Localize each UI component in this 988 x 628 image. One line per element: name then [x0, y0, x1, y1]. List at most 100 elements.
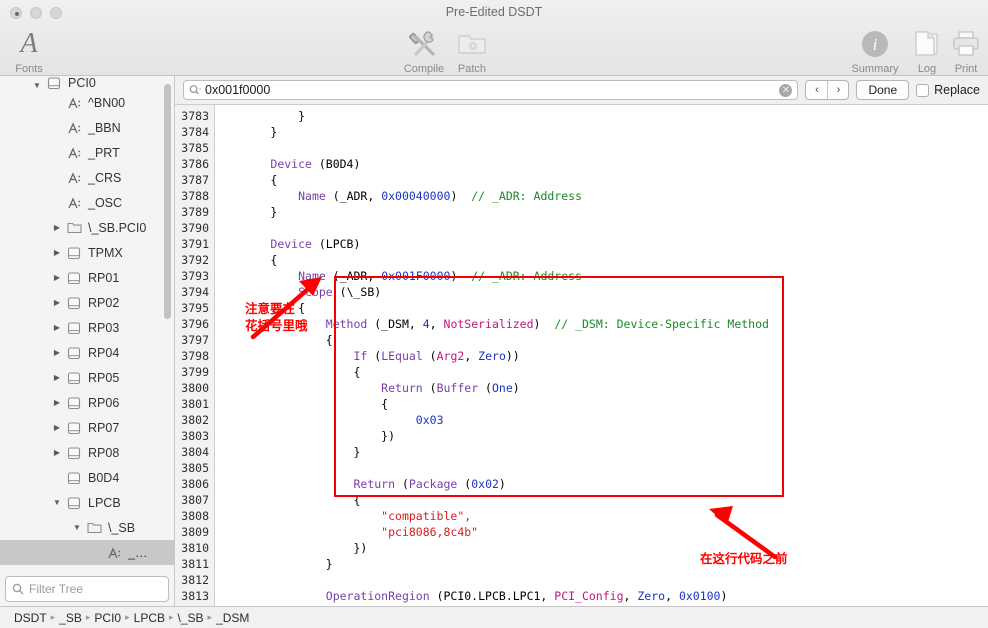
tree-item-sbpci0[interactable]: ▶ \_SB.PCI0 — [0, 215, 174, 240]
tree-item-rp07[interactable]: ▶ RP07 — [0, 415, 174, 440]
line-number: 3797 — [181, 333, 209, 347]
code-line: "compatible", — [215, 508, 988, 524]
compile-tools-icon — [408, 26, 440, 62]
tree-view[interactable]: ▼ PCI0 ^BN00 _BBN _PRT _CRS _OSC ▶ \_SB.PCI… — [0, 76, 174, 573]
tree-item-rp03[interactable]: ▶ RP03 — [0, 315, 174, 340]
chevron-right-icon[interactable]: ▶ — [52, 348, 62, 357]
chevron-right-icon[interactable]: ▶ — [52, 273, 62, 282]
patch-button[interactable]: Patch — [443, 26, 501, 75]
line-number: 3814 — [175, 604, 214, 606]
chevron-right-icon[interactable]: ▶ — [52, 373, 62, 382]
tree-item-label: _CRS — [88, 170, 122, 185]
sidebar-scrollbar[interactable] — [164, 84, 171, 319]
code-token-pln: , — [623, 589, 638, 603]
tree-item-[interactable]: _… — [0, 540, 174, 565]
code-line: } — [215, 124, 988, 140]
line-number: 3790 — [181, 221, 209, 235]
code-token-pln: } — [215, 445, 361, 459]
tree-item-sb[interactable]: ▼ \_SB — [0, 515, 174, 540]
chevron-right-icon[interactable]: ▶ — [52, 448, 62, 457]
chevron-right-icon[interactable]: ▶ — [52, 223, 62, 232]
tree-item-rp02[interactable]: ▶ RP02 — [0, 290, 174, 315]
line-number: 3804 — [181, 445, 209, 459]
chevron-right-icon[interactable]: ▶ — [52, 298, 62, 307]
search-field[interactable]: 0x001f0000 ✕ — [183, 80, 799, 100]
code-token-pln — [215, 525, 381, 539]
tree-item-label: RP01 — [88, 270, 120, 285]
code-token-pln — [215, 589, 326, 603]
chevron-down-icon[interactable]: ▼ — [52, 498, 62, 507]
tree-twisty-empty — [52, 473, 62, 482]
tree-item-tpmx[interactable]: ▶ TPMX — [0, 240, 174, 265]
find-next-button[interactable]: › — [827, 81, 848, 99]
replace-checkbox[interactable] — [916, 83, 930, 97]
method-icon — [65, 196, 83, 210]
code-token-pln — [215, 381, 381, 395]
filter-tree-field[interactable]: Filter Tree — [5, 576, 169, 602]
code-line: { — [215, 492, 988, 508]
chevron-right-icon[interactable]: ▶ — [52, 248, 62, 257]
line-number: 3812 — [181, 573, 209, 587]
breadcrumb-item[interactable]: _SB — [59, 611, 82, 625]
tree-item-rp01[interactable]: ▶ RP01 — [0, 265, 174, 290]
device-icon — [65, 296, 83, 310]
chevron-down-icon[interactable]: ▼ — [32, 81, 42, 90]
chevron-right-icon[interactable]: ▶ — [52, 398, 62, 407]
breadcrumb-item[interactable]: DSDT — [14, 611, 47, 625]
chevron-right-icon[interactable]: ▶ — [52, 323, 62, 332]
find-previous-button[interactable]: ‹ — [806, 81, 827, 99]
code-token-arg: Preserve — [596, 605, 651, 606]
tree-item-b0d4[interactable]: B0D4 — [0, 465, 174, 490]
code-line: { — [215, 252, 988, 268]
tree-item-prt[interactable]: _PRT — [0, 140, 174, 165]
sidebar: ▼ PCI0 ^BN00 _BBN _PRT _CRS _OSC ▶ \_SB.PCI… — [0, 76, 175, 606]
fonts-button[interactable]: A Fonts — [0, 26, 58, 76]
code-token-kw: Device — [270, 157, 312, 171]
tree-item-label: _… — [128, 545, 148, 560]
tree-item-label: \_SB — [108, 520, 136, 535]
breadcrumb-item[interactable]: \_SB — [178, 611, 204, 625]
tree-item-rp06[interactable]: ▶ RP06 — [0, 390, 174, 415]
code-token-pln: (_DSM, — [367, 317, 423, 331]
code-area[interactable]: 3783 3784 3785 3786 3787 3788 3789 3790 3791 3792… — [175, 105, 988, 606]
line-number: 3789 — [181, 205, 209, 219]
replace-checkbox-group[interactable]: Replace — [916, 83, 980, 97]
tree-item-rp08[interactable]: ▶ RP08 — [0, 440, 174, 465]
tree-item-lpcb[interactable]: ▼ LPCB — [0, 490, 174, 515]
code-token-num: 0x001F0000 — [381, 269, 451, 283]
tree-item-rp04[interactable]: ▶ RP04 — [0, 340, 174, 365]
code-token-kw: LEqual — [381, 349, 423, 363]
find-nav-buttons[interactable]: ‹ › — [805, 80, 850, 100]
code-token-pln — [215, 157, 270, 171]
breadcrumb-separator: ▸ — [125, 612, 130, 622]
summary-button[interactable]: i Summary — [846, 26, 904, 75]
print-button[interactable]: Print — [944, 26, 988, 75]
code-token-pln: , — [665, 589, 679, 603]
tree-item-rp05[interactable]: ▶ RP05 — [0, 365, 174, 390]
code-token-cmt: // _ADR: Address — [471, 269, 582, 283]
search-input[interactable]: 0x001f0000 — [205, 83, 775, 97]
tree-item-bbn[interactable]: _BBN — [0, 115, 174, 140]
code-token-str: "compatible", — [381, 509, 472, 523]
tree-item-osc[interactable]: _OSC — [0, 190, 174, 215]
breadcrumb-item[interactable]: PCI0 — [94, 611, 121, 625]
tree-item-crs[interactable]: _CRS — [0, 165, 174, 190]
code-token-pln: }) — [215, 429, 396, 443]
clear-search-icon[interactable]: ✕ — [779, 83, 793, 97]
code-text[interactable]: } } Device (B0D4) { Name (_ADR, 0x000400… — [215, 105, 988, 606]
chevron-right-icon[interactable]: ▶ — [52, 423, 62, 432]
code-line: Name (_ADR, 0x00040000) // _ADR: Address — [215, 188, 988, 204]
tree-item-label: _OSC — [88, 195, 123, 210]
tree-item-bn00[interactable]: ^BN00 — [0, 90, 174, 115]
chevron-down-icon[interactable]: ▼ — [72, 523, 82, 532]
breadcrumb-separator: ▸ — [85, 612, 91, 622]
breadcrumb-item[interactable]: LPCB — [134, 611, 165, 625]
code-token-num: 0x03 — [415, 413, 444, 427]
magnifier-icon — [12, 583, 24, 595]
code-token-pln — [215, 413, 416, 427]
done-button[interactable]: Done — [856, 80, 910, 100]
breadcrumb-item[interactable]: _DSM — [216, 611, 249, 625]
tree-item-pci0[interactable]: ▼ PCI0 — [0, 76, 174, 90]
